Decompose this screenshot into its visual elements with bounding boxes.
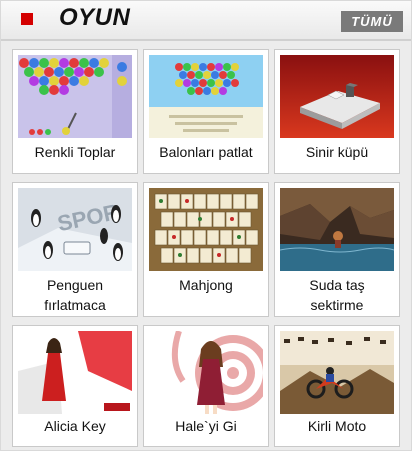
game-tile-haleyi-gi[interactable]: Hale`yi Gi — [143, 325, 269, 447]
game-label: Sinir küpü — [305, 144, 369, 160]
header-red-square — [21, 13, 33, 25]
thumbnail-bubble-shooter — [18, 55, 132, 138]
thumbnail-balloons — [149, 55, 263, 138]
game-label: Kirli Moto — [307, 418, 367, 434]
game-tile-suda-tas-sektirme[interactable]: Suda taş sektirme — [274, 182, 400, 317]
widget-header: OYUN TÜMÜ — [1, 1, 411, 41]
widget-title: OYUN — [59, 4, 131, 31]
game-tile-penguen-firlatmaca[interactable]: SPOR Penguen fırlatmaca — [12, 182, 138, 317]
game-label-line2: fırlatmaca — [44, 297, 106, 313]
thumbnail-cave — [280, 188, 394, 271]
all-games-button[interactable]: TÜMÜ — [341, 11, 403, 32]
game-tile-sinir-kupu[interactable]: Sinir küpü — [274, 49, 400, 174]
game-label: Hale`yi Gi — [175, 418, 237, 434]
game-label-line1: Suda taş — [309, 277, 365, 293]
game-label: Balonları patlat — [159, 144, 253, 160]
game-tile-renkli-toplar[interactable]: Renkli Toplar — [12, 49, 138, 174]
thumbnail-cube — [280, 55, 394, 138]
game-tile-balonlari-patlat[interactable]: Balonları patlat — [143, 49, 269, 174]
games-grid: Renkli Toplar Balonları patlat Sinir küp… — [12, 49, 400, 447]
thumbnail-moto — [280, 331, 394, 414]
game-tile-mahjong[interactable]: Mahjong — [143, 182, 269, 317]
game-label: Renkli Toplar — [34, 144, 116, 160]
game-label-line2: sektirme — [310, 297, 364, 313]
thumbnail-alicia — [18, 331, 132, 414]
thumbnail-penguins: SPOR — [18, 188, 132, 271]
game-tile-alicia-key[interactable]: Alicia Key — [12, 325, 138, 447]
thumbnail-anime-girl — [149, 331, 263, 414]
thumbnail-mahjong — [149, 188, 263, 271]
game-tile-kirli-moto[interactable]: Kirli Moto — [274, 325, 400, 447]
game-label-line1: Penguen — [46, 277, 104, 293]
game-label: Mahjong — [179, 277, 233, 293]
game-label: Alicia Key — [44, 418, 106, 434]
games-widget: OYUN TÜMÜ Renkli Toplar Balonları patlat… — [0, 0, 412, 451]
